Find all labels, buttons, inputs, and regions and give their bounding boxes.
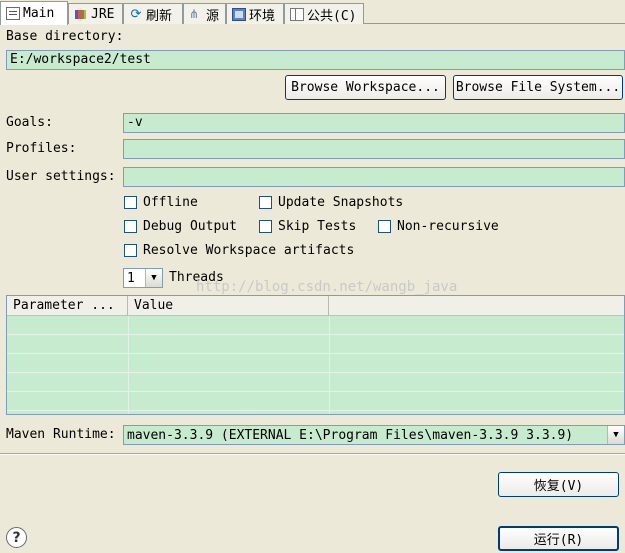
user-settings-label: User settings: [6, 169, 116, 184]
maven-runtime-select[interactable]: maven-3.3.9 (EXTERNAL E:\Program Files\m… [123, 425, 625, 445]
goals-input[interactable]: -v [123, 113, 625, 133]
tab-jre[interactable]: JRE [68, 3, 123, 24]
checkbox-box[interactable] [259, 220, 272, 233]
base-directory-input[interactable]: E:/workspace2/test [6, 50, 625, 70]
checkbox-box[interactable] [378, 220, 391, 233]
watermark: http://blog.csdn.net/wangb_java [196, 279, 458, 295]
table-header: Parameter ... Value [7, 296, 624, 316]
goals-label: Goals: [6, 115, 53, 130]
maven-runtime-label: Maven Runtime: [6, 427, 116, 442]
main-tab-icon [6, 7, 20, 20]
user-settings-input[interactable] [123, 167, 625, 187]
table-row[interactable] [7, 354, 624, 373]
jre-icon [74, 8, 88, 21]
checkbox-box[interactable] [124, 244, 137, 257]
parameters-table[interactable]: Parameter ... Value [6, 295, 625, 415]
browse-workspace-button[interactable]: Browse Workspace... [285, 75, 446, 100]
non-recursive-checkbox[interactable]: Non-recursive [378, 219, 499, 234]
table-row[interactable] [7, 392, 624, 411]
base-directory-label: Base directory: [6, 29, 124, 44]
table-row[interactable] [7, 373, 624, 392]
tab-bar: Main JRE ⟳ 刷新 ⋔ 源 环境 公共(C) [0, 0, 625, 25]
revert-button[interactable]: 恢复(V) [498, 472, 619, 497]
tab-source[interactable]: ⋔ 源 [183, 3, 226, 24]
profiles-label: Profiles: [6, 141, 77, 156]
resolve-workspace-checkbox[interactable]: Resolve Workspace artifacts [124, 243, 354, 258]
column-header-value[interactable]: Value [128, 296, 329, 316]
offline-checkbox[interactable]: Offline [124, 195, 198, 210]
source-icon: ⋔ [189, 6, 200, 21]
tab-refresh[interactable]: ⟳ 刷新 [123, 3, 183, 24]
chevron-down-icon[interactable]: ▼ [607, 426, 624, 444]
environment-icon [232, 7, 246, 21]
threads-select[interactable]: 1 ▼ [123, 268, 163, 288]
column-divider [128, 316, 129, 414]
profiles-input[interactable] [123, 139, 625, 159]
tab-common[interactable]: 公共(C) [284, 3, 364, 24]
help-icon[interactable]: ? [6, 527, 27, 548]
column-header-parameter[interactable]: Parameter ... [7, 296, 128, 316]
table-row[interactable] [7, 335, 624, 354]
checkbox-box[interactable] [124, 220, 137, 233]
tab-main[interactable]: Main [0, 1, 68, 25]
checkbox-box[interactable] [259, 196, 272, 209]
tab-environment[interactable]: 环境 [226, 3, 284, 24]
update-snapshots-checkbox[interactable]: Update Snapshots [259, 195, 403, 210]
column-divider [329, 316, 330, 414]
run-button[interactable]: 运行(R) [498, 526, 619, 551]
divider [0, 453, 625, 455]
common-icon [290, 7, 304, 21]
skip-tests-checkbox[interactable]: Skip Tests [259, 219, 356, 234]
chevron-down-icon[interactable]: ▼ [145, 269, 162, 287]
table-row[interactable] [7, 316, 624, 335]
browse-file-system-button[interactable]: Browse File System... [453, 75, 623, 100]
debug-output-checkbox[interactable]: Debug Output [124, 219, 237, 234]
refresh-icon: ⟳ [130, 6, 142, 22]
checkbox-box[interactable] [124, 196, 137, 209]
